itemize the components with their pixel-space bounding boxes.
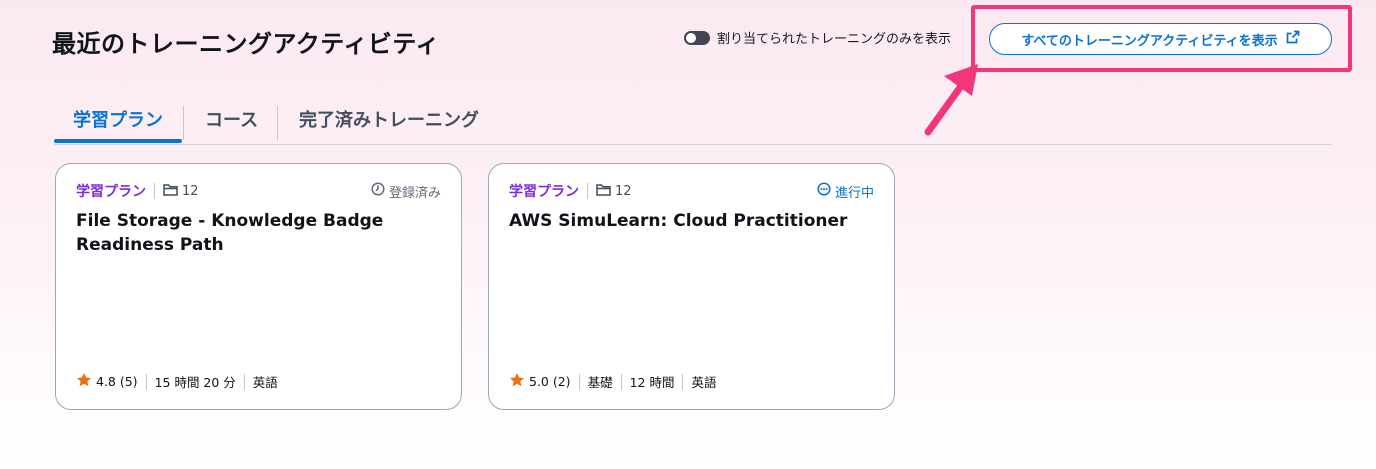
toggle-label: 割り当てられたトレーニングのみを表示	[717, 32, 952, 47]
module-count-value: 12	[615, 183, 632, 199]
status-label: 進行中	[834, 185, 874, 201]
card-footer: 5.0 (2) 基礎 12 時間 英語	[509, 372, 716, 391]
training-card[interactable]: 学習プラン 12 登録済み File Storage - Knowledge B…	[55, 163, 462, 410]
language: 英語	[691, 375, 717, 390]
external-link-icon	[1286, 30, 1300, 48]
clock-icon	[371, 182, 385, 200]
star-icon	[509, 372, 525, 391]
view-all-activity-button[interactable]: すべてのトレーニングアクティビティを表示	[989, 23, 1332, 55]
rating-value: 5.0 (2)	[529, 374, 571, 389]
tab-divider	[183, 106, 184, 140]
divider	[620, 373, 622, 390]
module-count-value: 12	[182, 183, 199, 199]
card-title[interactable]: AWS SimuLearn: Cloud Practitioner	[509, 209, 876, 233]
active-tab-indicator	[54, 139, 182, 143]
language: 英語	[252, 375, 278, 390]
tab-completed-training[interactable]: 完了済みトレーニング	[299, 106, 479, 132]
folder-icon	[163, 183, 178, 200]
divider	[243, 373, 245, 390]
page-title: 最近のトレーニングアクティビティ	[52, 30, 440, 58]
card-header: 学習プラン 12 登録済み	[76, 181, 441, 201]
card-type-label: 学習プラン	[509, 184, 579, 200]
card-type-label: 学習プラン	[76, 184, 146, 200]
card-title[interactable]: File Storage - Knowledge Badge Readiness…	[76, 209, 443, 257]
duration: 15 時間 20 分	[154, 375, 236, 390]
training-card[interactable]: 学習プラン 12 進行中 AWS SimuLearn: Cloud Practi…	[488, 163, 895, 410]
divider	[587, 183, 588, 199]
divider	[578, 373, 580, 390]
tab-learning-plans[interactable]: 学習プラン	[73, 106, 163, 132]
folder-icon	[596, 183, 611, 200]
status-label: 登録済み	[388, 185, 441, 201]
level: 基礎	[587, 375, 613, 390]
tab-courses[interactable]: コース	[205, 106, 258, 132]
tab-divider	[277, 106, 278, 140]
assigned-only-toggle[interactable]: 割り当てられたトレーニングのみを表示	[684, 28, 951, 47]
rating-value: 4.8 (5)	[96, 374, 138, 389]
card-header: 学習プラン 12 進行中	[509, 181, 874, 201]
toggle-knob	[686, 32, 696, 43]
toggle-switch[interactable]	[684, 30, 710, 45]
duration: 12 時間	[629, 375, 675, 390]
tab-bar: 学習プラン コース 完了済みトレーニング	[54, 100, 1332, 145]
divider	[145, 373, 147, 390]
divider	[682, 373, 684, 390]
view-all-label: すべてのトレーニングアクティビティを表示	[1021, 33, 1278, 49]
module-count: 12	[163, 183, 199, 200]
divider	[154, 183, 155, 199]
star-icon	[76, 372, 92, 391]
in-progress-icon	[817, 182, 831, 200]
module-count: 12	[596, 183, 632, 200]
card-footer: 4.8 (5) 15 時間 20 分 英語	[76, 372, 278, 391]
status-badge: 進行中	[817, 182, 874, 201]
status-badge: 登録済み	[371, 182, 441, 201]
